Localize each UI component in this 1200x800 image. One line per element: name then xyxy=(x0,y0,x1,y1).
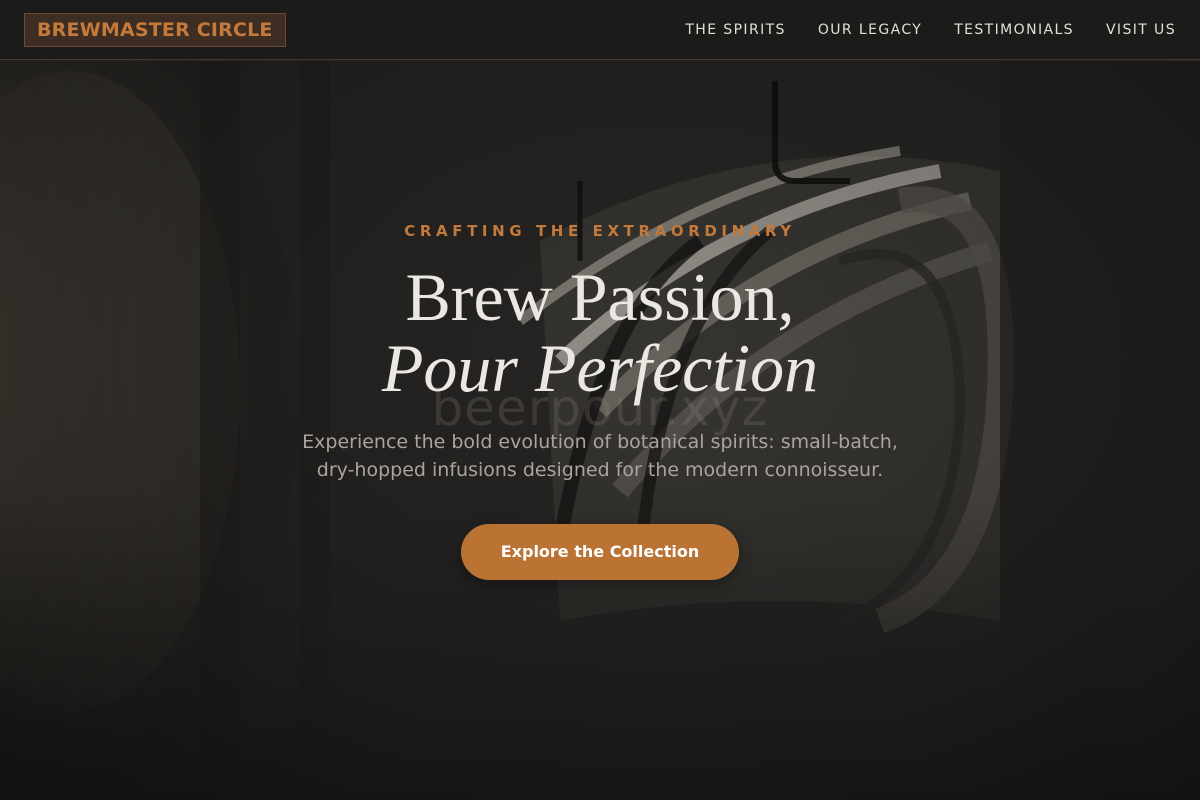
hero-subtitle-line1: Experience the bold evolution of botanic… xyxy=(302,431,898,453)
main-nav: THE SPIRITS OUR LEGACY TESTIMONIALS VISI… xyxy=(685,0,1176,60)
hero-subtitle: Experience the bold evolution of botanic… xyxy=(250,428,950,484)
site-header: BREWMASTER CIRCLE THE SPIRITS OUR LEGACY… xyxy=(0,0,1200,60)
hero-title-line1: Brew Passion, xyxy=(405,259,795,335)
nav-link-testimonials[interactable]: TESTIMONIALS xyxy=(954,22,1074,38)
landing-page: BREWMASTER CIRCLE THE SPIRITS OUR LEGACY… xyxy=(0,0,1200,800)
nav-link-the-spirits[interactable]: THE SPIRITS xyxy=(685,22,786,38)
hero-subtitle-line2: dry-hopped infusions designed for the mo… xyxy=(316,459,884,481)
hero-eyebrow: CRAFTING THE EXTRAORDINARY xyxy=(404,222,796,240)
nav-link-our-legacy[interactable]: OUR LEGACY xyxy=(818,22,922,38)
nav-link-visit-us[interactable]: VISIT US xyxy=(1106,22,1176,38)
explore-collection-button[interactable]: Explore the Collection xyxy=(461,524,739,580)
hero-content: CRAFTING THE EXTRAORDINARY Brew Passion,… xyxy=(0,0,1200,800)
hero-title-line2: Pour Perfection xyxy=(381,330,819,406)
brand-logo[interactable]: BREWMASTER CIRCLE xyxy=(24,13,286,47)
